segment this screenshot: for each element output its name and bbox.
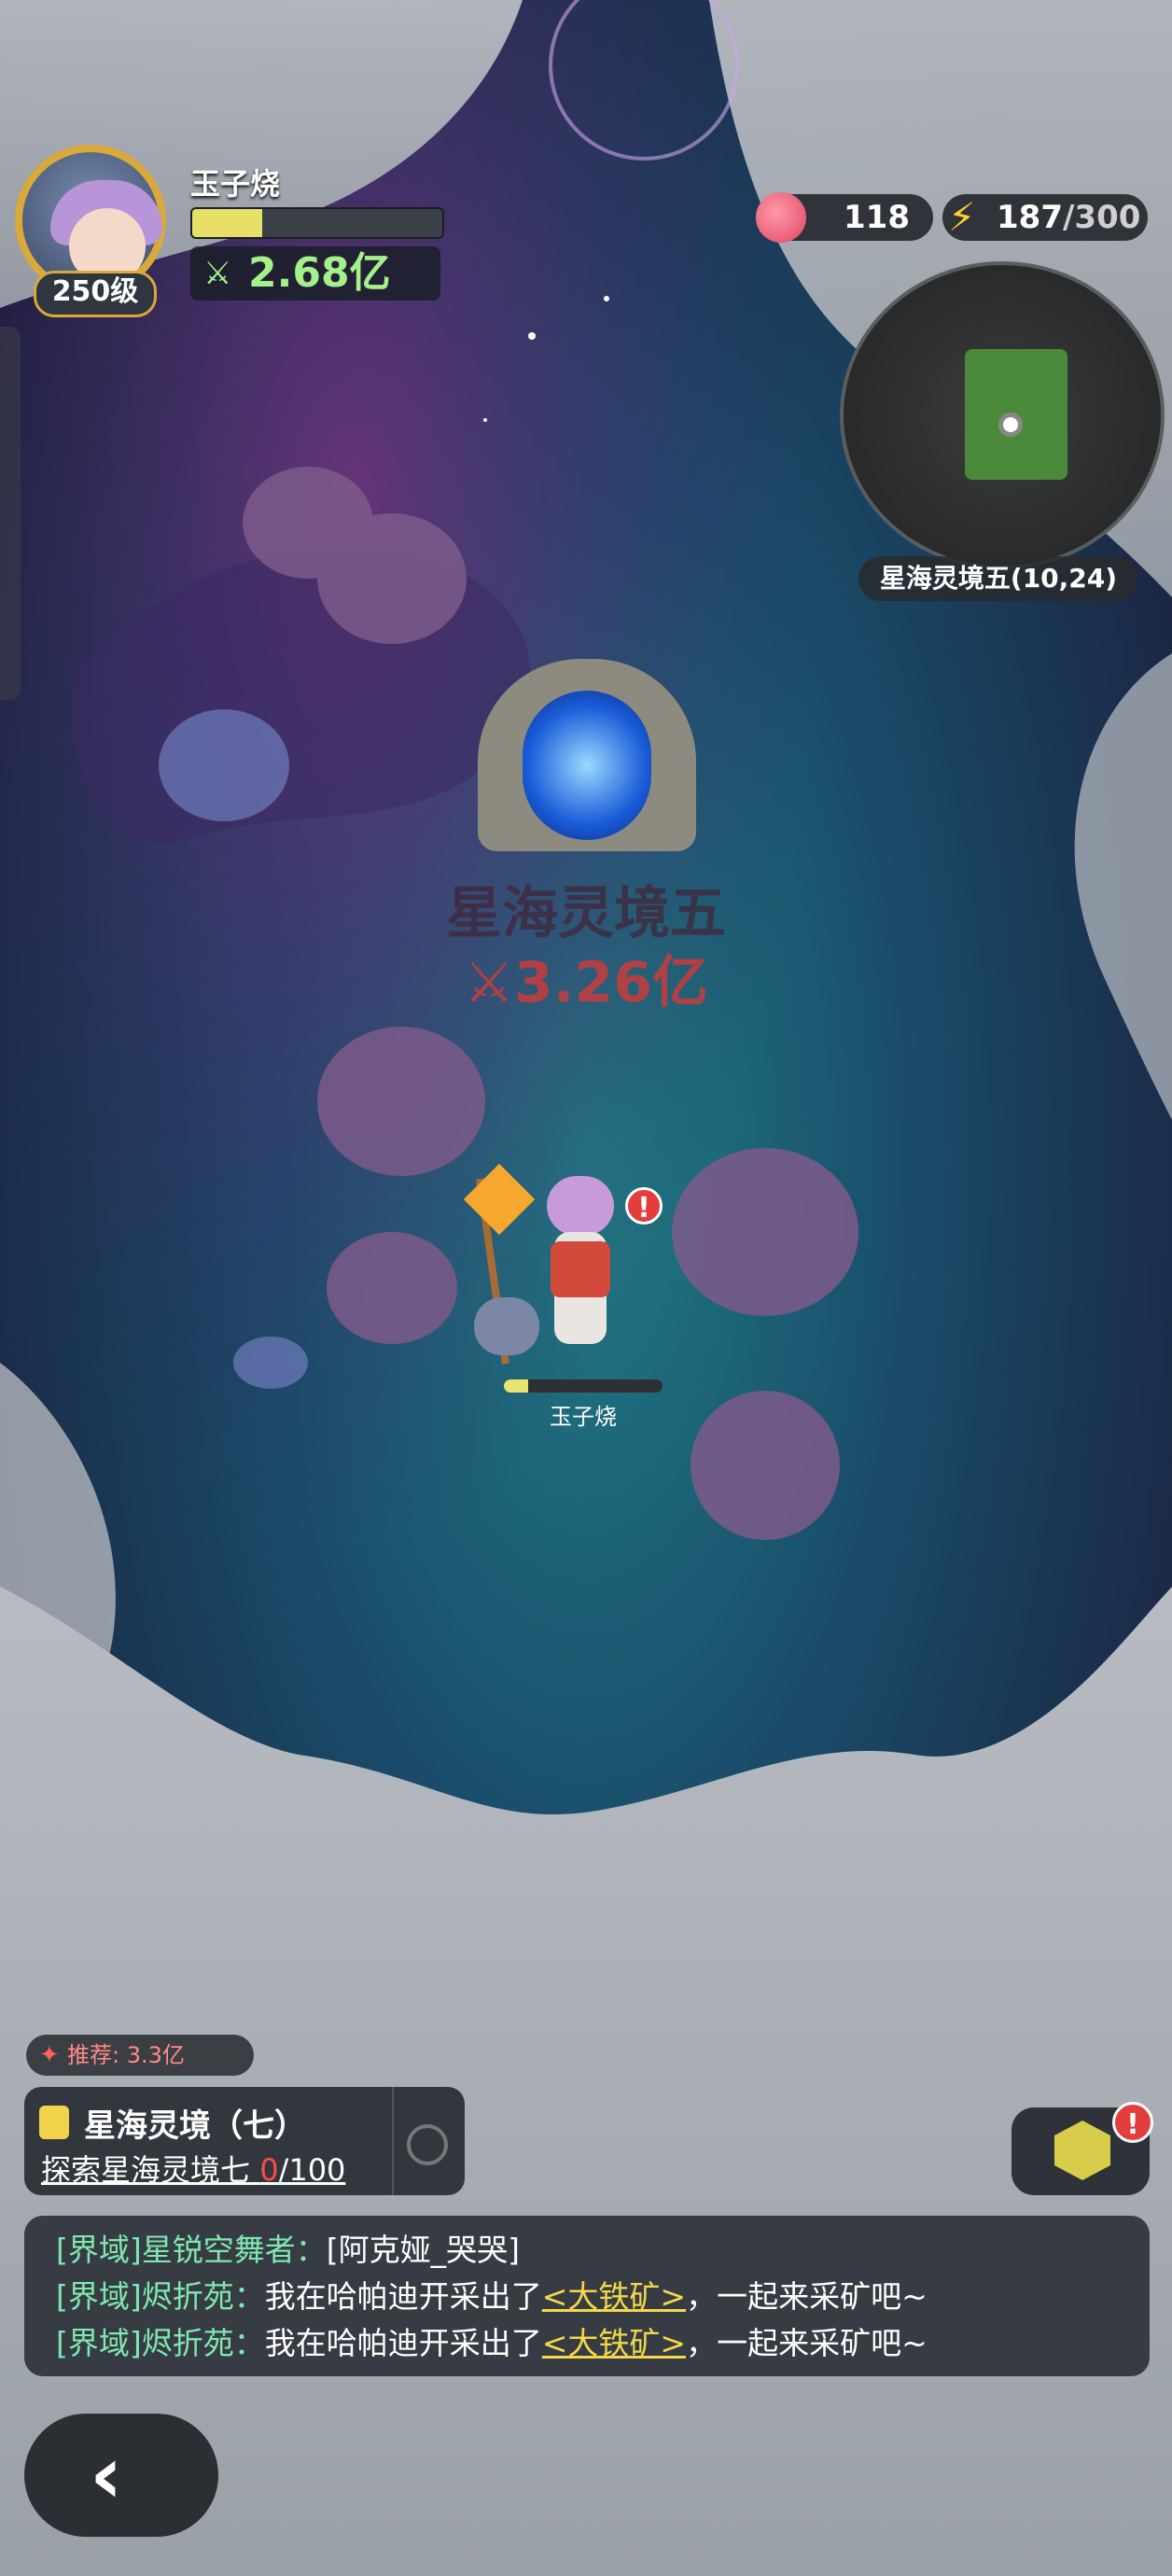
chat-item-link[interactable]: <大铁矿>	[542, 2278, 686, 2315]
quest-progress-total: /100	[278, 2152, 346, 2188]
side-drawer-tab[interactable]	[0, 327, 21, 700]
chat-speaker[interactable]: 星锐空舞者：	[142, 2232, 327, 2268]
energy-max: 300	[1074, 199, 1141, 236]
chat-channel: [界域]	[56, 2232, 142, 2268]
player-power-value: 2.68亿	[248, 249, 391, 297]
chat-item-link[interactable]: <大铁矿>	[542, 2325, 686, 2361]
chat-text: 我在哈帕迪开采出了	[264, 2278, 542, 2315]
player-power-box: ⚔ 2.68亿	[190, 246, 440, 301]
chat-line: [界域]烬折苑：我在哈帕迪开采出了<大铁矿>，一起来采矿吧~	[56, 2318, 928, 2363]
inventory-alert-badge: !	[1112, 2102, 1153, 2143]
quest-progress-current: 0	[259, 2152, 279, 2188]
character-name: 玉子烧	[550, 1404, 617, 1430]
player-character[interactable]	[523, 1176, 635, 1372]
quest-recommend-text: 推荐: 3.3亿	[67, 2042, 185, 2068]
chevron-left-icon: ‹	[90, 2429, 123, 2522]
chat-channel: [界域]	[56, 2325, 142, 2361]
chat-panel[interactable]: [界域]星锐空舞者：[阿克娅_哭哭] [界域]烬折苑：我在哈帕迪开采出了<大铁矿…	[24, 2216, 1150, 2376]
peach-count: 118	[844, 199, 910, 236]
chat-suffix: ，一起来采矿吧~	[686, 2325, 928, 2361]
chat-speaker[interactable]: 烬折苑：	[142, 2278, 265, 2315]
energy-resource[interactable]: ⚡ 187/300	[942, 194, 1148, 241]
character-hair	[547, 1176, 614, 1236]
player-name: 玉子烧	[190, 166, 281, 202]
portal-required-power: ⚔3.26亿	[0, 937, 1172, 1018]
minimap[interactable]	[840, 261, 1165, 569]
minimap-location-label: 星海灵境五(10,24)	[858, 556, 1138, 601]
character-hp-bar	[504, 1379, 663, 1393]
chat-speaker[interactable]: 烬折苑：	[142, 2325, 265, 2361]
quest-scroll-icon	[39, 2106, 69, 2139]
energy-count: 187/300	[997, 194, 1140, 241]
chat-line: [界域]烬折苑：我在哈帕迪开采出了<大铁矿>，一起来采矿吧~	[56, 2272, 928, 2317]
player-exp-bar	[190, 207, 444, 239]
energy-separator: /	[1062, 199, 1075, 236]
portal-swirl[interactable]	[523, 691, 651, 840]
back-button[interactable]: ‹	[24, 2414, 218, 2537]
portal-power-value: 3.26亿	[513, 950, 708, 1015]
peach-resource[interactable]: 118	[756, 192, 933, 243]
quest-recommend-badge: ✦ 推荐: 3.3亿	[26, 2035, 254, 2076]
quest-panel[interactable]: 星海灵境（七） 探索星海灵境七 0/100	[24, 2087, 465, 2195]
quest-description[interactable]: 探索星海灵境七 0/100	[41, 2147, 345, 2190]
minimap-player-marker	[998, 413, 1023, 437]
lightning-bolt-icon: ⚡	[948, 194, 976, 240]
quest-title: 星海灵境（七）	[84, 2107, 306, 2145]
quest-desc-text: 探索星海灵境七	[41, 2152, 260, 2188]
player-level-badge: 250级	[34, 271, 157, 317]
player-exp-fill	[192, 209, 263, 237]
character-dress	[551, 1241, 610, 1297]
locate-target-icon[interactable]	[407, 2124, 448, 2165]
quest-divider	[392, 2087, 394, 2195]
chat-suffix: ，一起来采矿吧~	[686, 2278, 928, 2315]
portal-power-icon: ⚔	[464, 950, 514, 1015]
character-hp-fill	[504, 1379, 528, 1393]
chat-channel: [界域]	[56, 2278, 142, 2315]
chat-text: 我在哈帕迪开采出了	[264, 2325, 542, 2361]
power-icon: ⚔	[203, 255, 232, 292]
chat-text: [阿克娅_哭哭]	[326, 2232, 520, 2268]
character-alert-badge[interactable]: !	[625, 1187, 663, 1225]
energy-current: 187	[997, 199, 1063, 236]
sparkle-icon: ✦	[39, 2041, 60, 2069]
chat-line: [界域]星锐空舞者：[阿克娅_哭哭]	[56, 2225, 520, 2270]
peach-icon	[756, 192, 806, 243]
cube-icon	[1054, 2121, 1110, 2180]
